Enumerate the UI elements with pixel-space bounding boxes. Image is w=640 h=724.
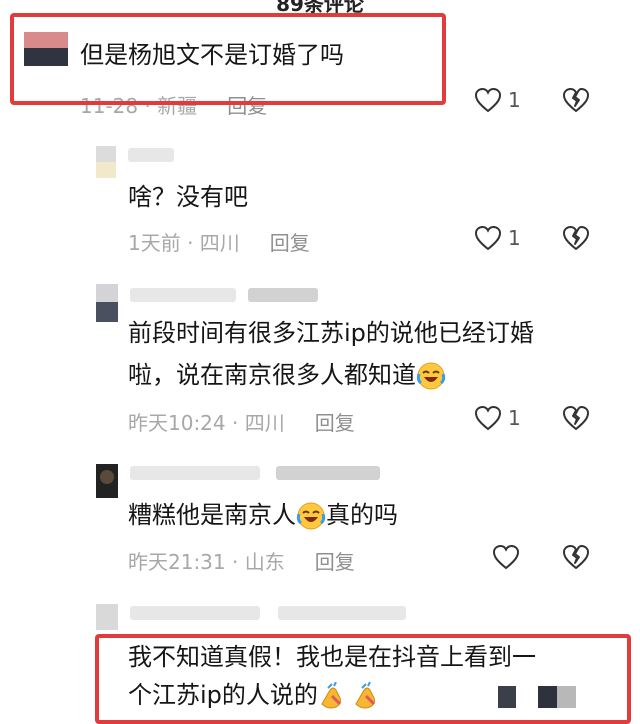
- username-placeholder: [130, 466, 260, 480]
- comment-text-line: 糟糕他是南京人 真的吗: [128, 496, 398, 534]
- comment-text-line: 啦，说在南京很多人都知道: [128, 356, 446, 394]
- like-heart-icon[interactable]: [474, 405, 502, 431]
- comment-time-location: 昨天21:31 · 山东: [128, 550, 285, 574]
- highlight-box: [95, 634, 631, 724]
- comment-text: 啥？没有吧: [128, 183, 248, 211]
- like-count: 1: [508, 226, 521, 250]
- comment-time-location: 昨天10:24 · 四川: [128, 411, 285, 435]
- reply-button[interactable]: 回复: [270, 231, 310, 255]
- like-heart-icon[interactable]: [474, 87, 502, 113]
- highlight-box: [10, 13, 446, 105]
- avatar[interactable]: [96, 146, 116, 178]
- username-placeholder: [248, 288, 318, 302]
- like-heart-icon[interactable]: [492, 544, 520, 570]
- username-placeholder: [128, 148, 174, 162]
- reply-button[interactable]: 回复: [315, 550, 355, 574]
- face-with-tears-of-joy-icon: [296, 502, 326, 530]
- like-count: 1: [508, 406, 521, 430]
- comment-text-line: 前段时间有很多江苏ip的说他已经订婚: [128, 319, 534, 347]
- comment-meta: 昨天21:31 · 山东 回复: [128, 546, 355, 575]
- comment-meta: 昨天10:24 · 四川 回复: [128, 407, 355, 436]
- dislike-broken-heart-icon[interactable]: [562, 225, 590, 251]
- comment-text: 啦，说在南京很多人都知道: [128, 361, 416, 389]
- comment-meta: 1天前 · 四川 回复: [128, 227, 310, 256]
- comment-text: 真的吗: [326, 501, 398, 529]
- username-placeholder: [130, 606, 260, 620]
- comment-time-location: 1天前 · 四川: [128, 231, 240, 255]
- like-heart-icon[interactable]: [474, 225, 502, 251]
- username-placeholder: [130, 288, 236, 302]
- face-with-tears-of-joy-icon: [416, 362, 446, 390]
- avatar[interactable]: [96, 284, 118, 322]
- comment-text: 糟糕他是南京人: [128, 501, 296, 529]
- dislike-broken-heart-icon[interactable]: [562, 544, 590, 570]
- username-placeholder: [278, 606, 406, 620]
- username-placeholder: [276, 466, 380, 480]
- dislike-broken-heart-icon[interactable]: [562, 87, 590, 113]
- like-count: 1: [508, 88, 521, 112]
- reply-button[interactable]: 回复: [315, 411, 355, 435]
- avatar[interactable]: [96, 604, 118, 630]
- avatar[interactable]: [96, 464, 118, 498]
- dislike-broken-heart-icon[interactable]: [562, 405, 590, 431]
